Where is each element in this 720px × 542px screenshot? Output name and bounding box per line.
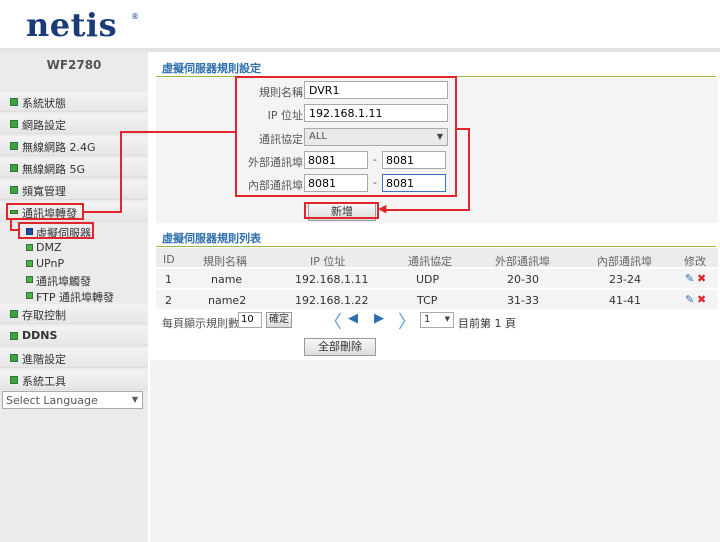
annotation-line [10, 229, 18, 231]
column-header: 通訊協定 [408, 255, 452, 268]
rules-table-title: 虛擬伺服器規則列表 [162, 232, 261, 245]
sidebar-item-status[interactable]: 系統狀態 [0, 92, 148, 112]
column-header: 規則名稱 [203, 255, 247, 268]
row-ext-port: 20-30 [507, 273, 539, 286]
registered-mark: ® [131, 12, 139, 21]
router-admin-page: netis ® WF2780 系統狀態 網路設定 無線網路 2.4G 無線網路 … [0, 0, 720, 542]
sidebar-item-label: DDNS [22, 329, 58, 342]
last-page-icon[interactable]: 〉 [398, 308, 416, 334]
section-divider [156, 246, 716, 247]
row-int-port: 41-41 [609, 294, 641, 307]
annotation-add-button-box [304, 202, 379, 219]
sidebar-item-label: 無線網路 5G [22, 163, 86, 176]
sidebar-item-ddns[interactable]: DDNS [0, 326, 148, 346]
main-footer-area [150, 360, 720, 542]
netis-logo: netis [26, 6, 118, 44]
dropdown-arrow-icon: ▼ [131, 395, 138, 404]
sidebar-item-advanced[interactable]: 進階設定 [0, 348, 148, 368]
per-page-label: 每頁顯示規則數 [162, 317, 239, 330]
row-id: 2 [165, 294, 172, 307]
annotation-line [120, 131, 122, 212]
sidebar-item-label: 進階設定 [22, 353, 66, 366]
sidebar-item-label: 系統工具 [22, 375, 66, 388]
expand-icon [10, 354, 18, 362]
column-header: ID [163, 253, 175, 266]
expand-icon [10, 376, 18, 384]
confirm-button[interactable]: 確定 [266, 312, 292, 328]
column-header: 內部通訊埠 [597, 255, 652, 268]
annotation-form-box [235, 76, 457, 197]
annotation-line [84, 211, 122, 213]
header: netis ® [0, 0, 720, 48]
expand-icon [10, 120, 18, 128]
sidebar-subitem-label: DMZ [36, 241, 62, 254]
bullet-icon [26, 260, 33, 267]
expand-icon [10, 164, 18, 172]
first-page-icon[interactable]: 〈 [324, 308, 342, 334]
delete-icon[interactable]: ✖ [697, 293, 706, 306]
expand-icon [10, 332, 18, 340]
prev-page-icon[interactable]: ◀ [348, 311, 358, 326]
sidebar-item-wireless-24g[interactable]: 無線網路 2.4G [0, 136, 148, 156]
row-ip: 192.168.1.22 [295, 294, 369, 307]
row-protocol: UDP [416, 273, 440, 286]
row-ip: 192.168.1.11 [295, 273, 369, 286]
sidebar-subitem-label: FTP 通訊埠轉發 [36, 291, 114, 304]
expand-icon [10, 186, 18, 194]
sidebar-subitem-ftp-forward[interactable]: FTP 通訊埠轉發 [0, 288, 148, 304]
delete-icon[interactable]: ✖ [697, 272, 706, 285]
sidebar-item-label: 頻寬管理 [22, 185, 66, 198]
row-protocol: TCP [417, 294, 438, 307]
sidebar-item-wireless-5g[interactable]: 無線網路 5G [0, 158, 148, 178]
row-int-port: 23-24 [609, 273, 641, 286]
sidebar-item-label: 存取控制 [22, 309, 66, 322]
form-section-title: 虛擬伺服器規則設定 [162, 62, 261, 75]
expand-icon [10, 142, 18, 150]
page-status: 目前第 1 頁 [458, 317, 516, 330]
next-page-icon[interactable]: ▶ [374, 311, 384, 326]
expand-icon [10, 310, 18, 318]
row-id: 1 [165, 273, 172, 286]
arrow-left-icon: ◀ [378, 202, 387, 215]
sidebar-subitem-label: UPnP [36, 257, 65, 270]
row-name: name2 [208, 294, 247, 307]
page-select-value: 1 [424, 314, 431, 325]
per-page-input[interactable]: 10 [238, 312, 262, 328]
sidebar-item-access-control[interactable]: 存取控制 [0, 304, 148, 324]
sidebar-subitem-upnp[interactable]: UPnP [0, 256, 148, 272]
column-header: 外部通訊埠 [495, 255, 550, 268]
bullet-icon [26, 292, 33, 299]
dropdown-arrow-icon: ▼ [444, 315, 450, 323]
column-header: 修改 [684, 255, 706, 268]
sidebar-item-label: 系統狀態 [22, 97, 66, 110]
annotation-line [468, 128, 470, 211]
sidebar-subitem-dmz[interactable]: DMZ [0, 240, 148, 256]
sidebar: WF2780 系統狀態 網路設定 無線網路 2.4G 無線網路 5G 頻寬管理 … [0, 52, 148, 542]
annotation-virtual-server-box [18, 222, 94, 239]
sidebar-subitem-label: 通訊埠觸發 [36, 275, 91, 288]
sidebar-item-bandwidth[interactable]: 頻寬管理 [0, 180, 148, 200]
edit-icon[interactable]: ✎ [685, 272, 694, 285]
page-select[interactable]: 1 ▼ [420, 312, 454, 328]
edit-icon[interactable]: ✎ [685, 293, 694, 306]
bullet-icon [26, 276, 33, 283]
sidebar-item-label: 無線網路 2.4G [22, 141, 96, 154]
annotation-line [386, 209, 470, 211]
row-name: name [211, 273, 243, 286]
column-header: IP 位址 [310, 255, 346, 268]
annotation-line [120, 131, 237, 133]
sidebar-item-system-tools[interactable]: 系統工具 [0, 370, 148, 390]
bullet-icon [26, 244, 33, 251]
expand-icon [10, 98, 18, 106]
sidebar-item-label: 網路設定 [22, 119, 66, 132]
model-name: WF2780 [46, 58, 102, 72]
row-ext-port: 31-33 [507, 294, 539, 307]
language-select[interactable]: Select Language ▼ [2, 391, 143, 409]
language-select-value: Select Language [6, 394, 98, 407]
annotation-port-forward-box [6, 203, 84, 220]
sidebar-subitem-port-trigger[interactable]: 通訊埠觸發 [0, 272, 148, 288]
delete-all-button[interactable]: 全部刪除 [304, 338, 376, 356]
